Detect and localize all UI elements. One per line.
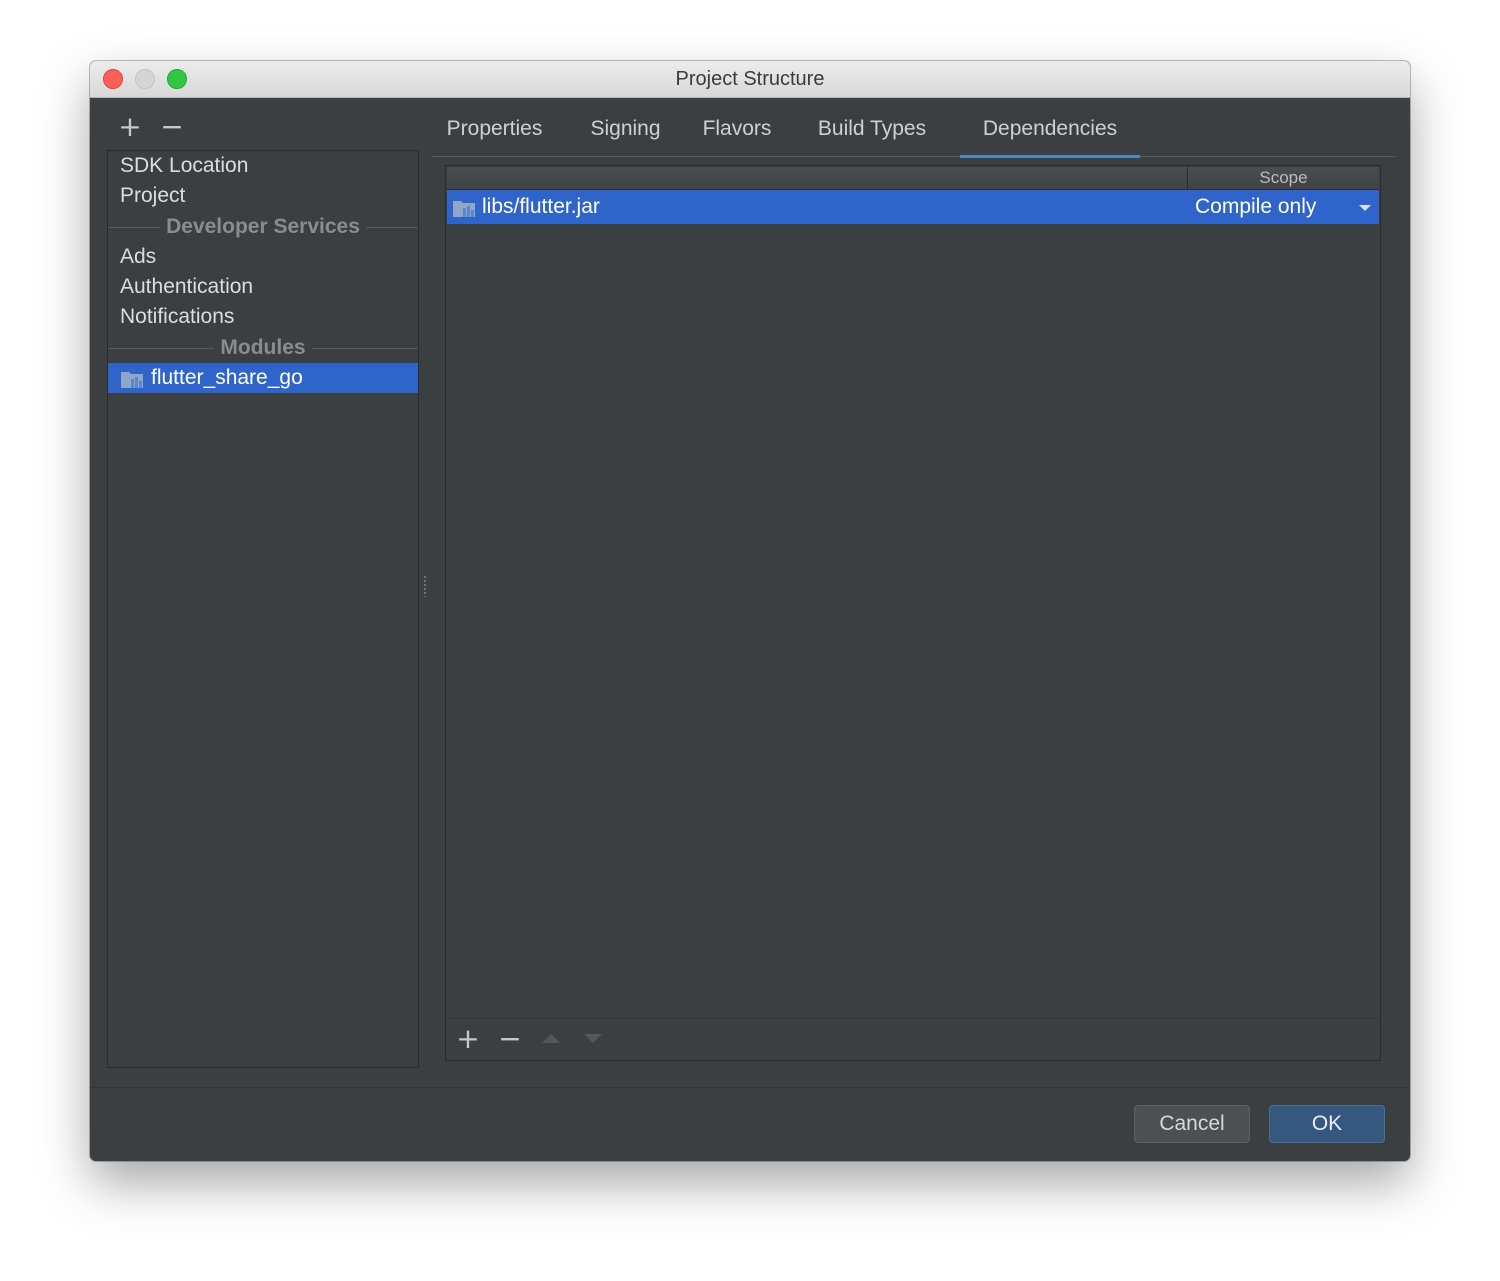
sidebar-item-sdk-location[interactable]: SDK Location [108,151,418,181]
tab-dependencies[interactable]: Dependencies [960,113,1140,158]
sidebar-item-authentication[interactable]: Authentication [108,272,418,302]
add-dependency-button[interactable]: + [456,1025,480,1053]
title-bar: Project Structure [90,61,1410,98]
move-up-icon[interactable] [542,1034,560,1043]
splitter-handle[interactable] [423,575,427,597]
remove-dependency-button[interactable]: − [498,1025,522,1053]
tab-flavors[interactable]: Flavors [701,113,773,155]
add-module-button[interactable]: + [118,113,142,141]
tab-properties[interactable]: Properties [444,113,545,155]
window-title: Project Structure [675,68,825,90]
move-down-icon[interactable] [584,1034,602,1043]
sidebar-item-flutter-share-go[interactable]: flutter_share_go [108,363,418,393]
sidebar-item-project[interactable]: Project [108,181,418,211]
footer-divider [90,1087,1410,1088]
section-label: Developer Services [160,212,366,242]
table-header: Scope [447,167,1379,190]
dependency-name: libs/flutter.jar [482,195,600,218]
sidebar-item-ads[interactable]: Ads [108,242,418,272]
tab-signing[interactable]: Signing [585,113,666,155]
cancel-button[interactable]: Cancel [1134,1105,1250,1143]
table-row[interactable]: libs/flutter.jar Compile only [447,190,1379,224]
section-header-modules: Modules [108,333,418,363]
project-structure-dialog: Project Structure + − SDK Location Proje… [90,61,1410,1161]
column-header-scope[interactable]: Scope [1188,167,1379,189]
sidebar: SDK Location Project Developer Services … [107,150,419,1068]
tab-build-types[interactable]: Build Types [813,113,931,155]
ok-button[interactable]: OK [1269,1105,1385,1143]
chevron-down-icon[interactable] [1359,205,1371,211]
section-header-developer-services: Developer Services [108,212,418,242]
module-label: flutter_share_go [151,366,303,389]
dependencies-toolbar: + − [447,1018,1379,1059]
module-folder-icon [121,372,143,388]
remove-module-button[interactable]: − [160,113,184,141]
dependencies-table: Scope libs/flutter.jar Compile only + − [445,165,1381,1061]
tab-bar: Properties Signing Flavors Build Types D… [432,101,1395,158]
scope-dropdown[interactable]: Compile only [1195,190,1316,224]
library-folder-icon [453,201,475,217]
section-label: Modules [214,333,312,363]
sidebar-item-notifications[interactable]: Notifications [108,302,418,332]
